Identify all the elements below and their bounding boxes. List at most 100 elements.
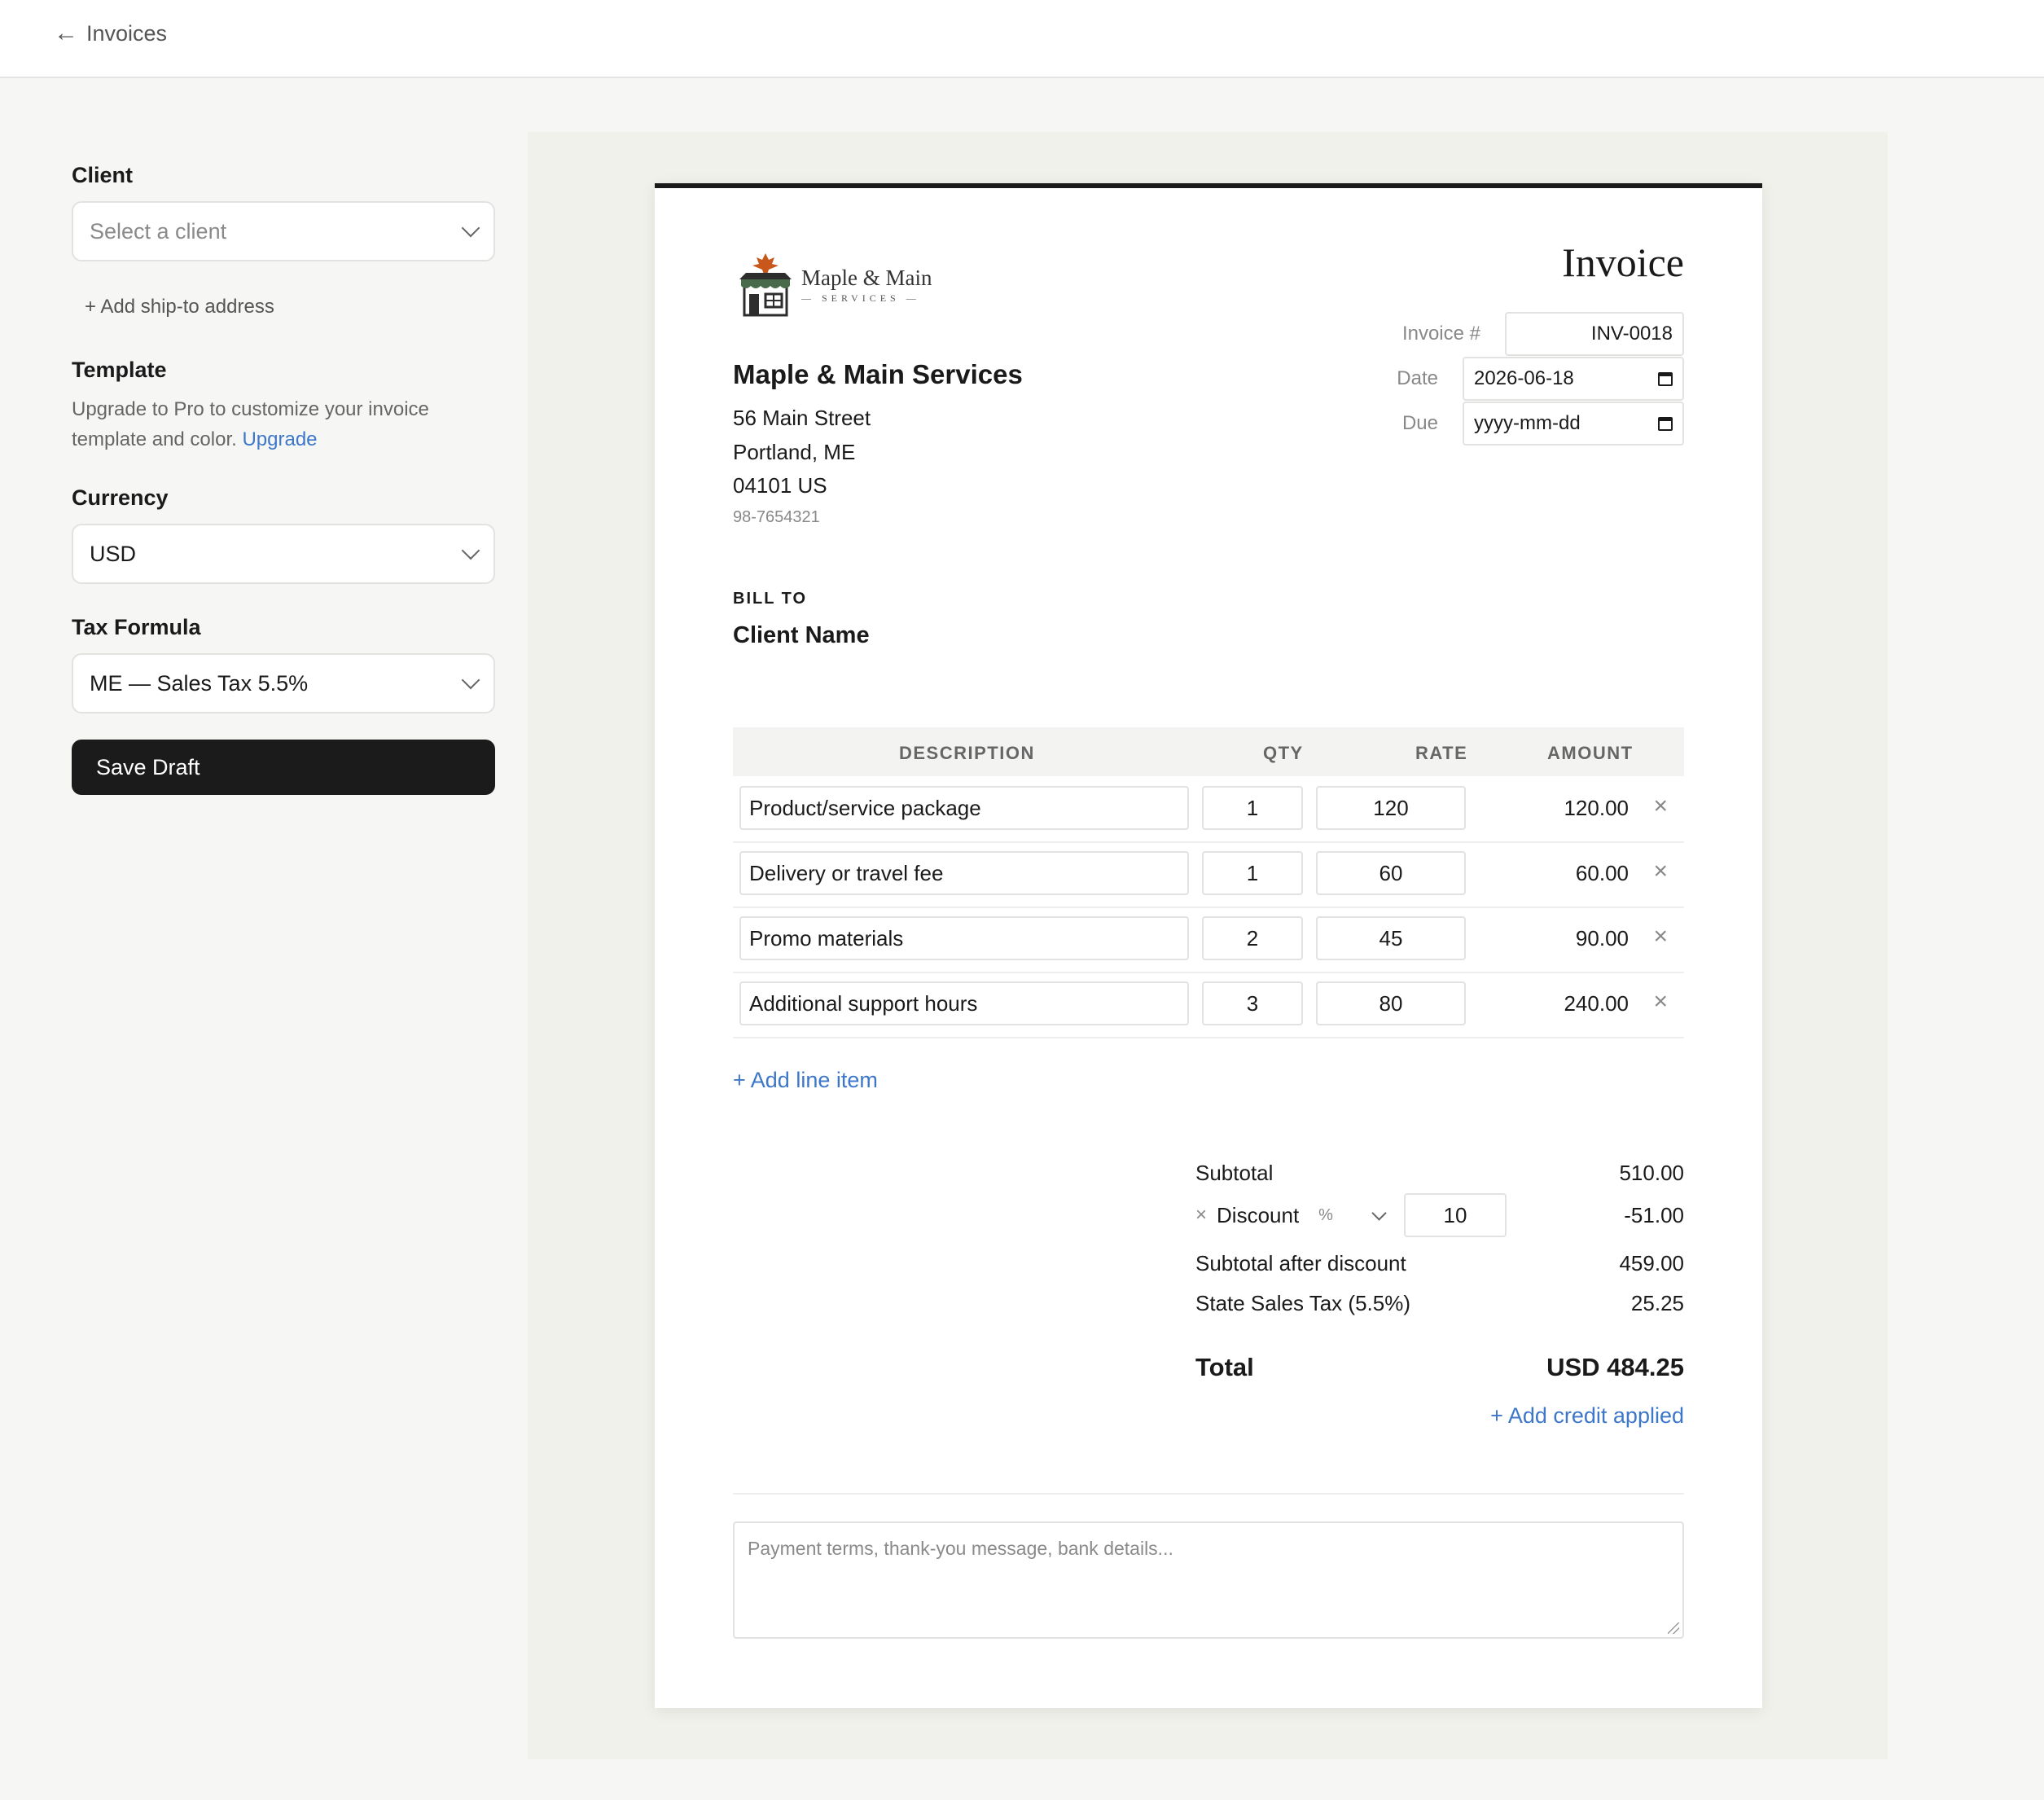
- item-rate-input[interactable]: 80: [1316, 981, 1466, 1025]
- due-date-value: yyyy-mm-dd: [1474, 412, 1581, 434]
- close-icon[interactable]: ×: [1653, 988, 1668, 1016]
- invoice-title: Invoice: [1562, 239, 1684, 285]
- currency-label: Currency: [72, 485, 169, 510]
- item-description: Delivery or travel fee: [749, 860, 944, 885]
- invoice-number-row: Invoice # INV-0018: [1402, 312, 1684, 356]
- notes-textarea[interactable]: Payment terms, thank-you message, bank d…: [733, 1521, 1684, 1639]
- upgrade-link[interactable]: Upgrade: [242, 428, 317, 450]
- add-credit-link[interactable]: + Add credit applied: [1490, 1403, 1684, 1429]
- line-item-row: Additional support hours 3 80 240.00 ×: [733, 972, 1684, 1038]
- calendar-icon[interactable]: [1658, 416, 1673, 431]
- item-qty-input[interactable]: 2: [1202, 916, 1303, 960]
- item-rate-input[interactable]: 120: [1316, 786, 1466, 830]
- date-label: Date: [1397, 367, 1438, 389]
- item-description-input[interactable]: Product/service package: [739, 786, 1189, 830]
- notes-placeholder: Payment terms, thank-you message, bank d…: [748, 1538, 1173, 1559]
- line-items-header: DESCRIPTION QTY RATE AMOUNT: [733, 727, 1684, 776]
- business-city: Portland, ME: [733, 440, 856, 464]
- date-row: Date 2026-06-18: [1397, 357, 1684, 401]
- item-rate-input[interactable]: 45: [1316, 916, 1466, 960]
- chevron-down-icon: [461, 670, 480, 690]
- item-rate: 80: [1379, 990, 1403, 1016]
- item-qty: 1: [1246, 860, 1259, 885]
- item-amount: 120.00: [1564, 796, 1629, 820]
- back-to-invoices-link[interactable]: ← Invoices: [54, 20, 167, 47]
- business-name: Maple & Main Services: [733, 359, 1023, 389]
- total-value: USD 484.25: [1546, 1353, 1684, 1381]
- add-line-item-button[interactable]: + Add line item: [733, 1068, 878, 1093]
- item-rate-input[interactable]: 60: [1316, 851, 1466, 895]
- item-qty: 2: [1246, 925, 1259, 950]
- discount-type-select[interactable]: %: [1318, 1206, 1333, 1225]
- tax-formula-select[interactable]: ME — Sales Tax 5.5%: [72, 653, 495, 713]
- logo-name: Maple & Main: [801, 266, 932, 290]
- currency-select[interactable]: USD: [72, 524, 495, 584]
- item-description-input[interactable]: Delivery or travel fee: [739, 851, 1189, 895]
- discount-label: Discount: [1217, 1202, 1300, 1227]
- close-icon[interactable]: ×: [1653, 858, 1668, 885]
- logo-subtitle: — SERVICES —: [801, 292, 920, 304]
- date-input[interactable]: 2026-06-18: [1463, 357, 1684, 401]
- save-draft-button[interactable]: Save Draft: [72, 740, 495, 795]
- item-rate: 60: [1379, 860, 1403, 885]
- item-description-input[interactable]: Promo materials: [739, 916, 1189, 960]
- close-icon[interactable]: ×: [1195, 1204, 1207, 1227]
- currency-value: USD: [90, 541, 137, 566]
- bill-to-client-name: Client Name: [733, 622, 870, 648]
- tax-formula-value: ME — Sales Tax 5.5%: [90, 670, 309, 696]
- item-description: Promo materials: [749, 925, 904, 950]
- client-label: Client: [72, 163, 134, 187]
- calendar-icon[interactable]: [1658, 371, 1673, 386]
- notes-divider: [733, 1493, 1684, 1495]
- client-select[interactable]: Select a client: [72, 201, 495, 261]
- chevron-down-icon: [461, 541, 480, 560]
- col-qty: QTY: [1263, 743, 1304, 763]
- item-qty-input[interactable]: 1: [1202, 851, 1303, 895]
- tax-label: State Sales Tax (5.5%): [1195, 1291, 1410, 1315]
- item-description: Additional support hours: [749, 990, 978, 1016]
- storefront-icon: [739, 253, 792, 317]
- tax-formula-label: Tax Formula: [72, 615, 201, 639]
- item-description-input[interactable]: Additional support hours: [739, 981, 1189, 1025]
- discount-row: × Discount % 10 -51.00: [1195, 1193, 1684, 1237]
- tax-value: 25.25: [1630, 1291, 1684, 1315]
- invoice-paper: Maple & Main — SERVICES — Invoice Invoic…: [655, 183, 1762, 1708]
- col-description: DESCRIPTION: [899, 743, 1035, 763]
- after-discount-label: Subtotal after discount: [1195, 1251, 1406, 1275]
- subtotal-label: Subtotal: [1195, 1161, 1274, 1185]
- after-discount-value: 459.00: [1619, 1251, 1684, 1275]
- date-value: 2026-06-18: [1474, 367, 1574, 389]
- top-bar: ← Invoices: [0, 0, 2044, 78]
- item-description: Product/service package: [749, 795, 981, 820]
- invoice-number-input[interactable]: INV-0018: [1505, 312, 1684, 356]
- logo-text: Maple & Main — SERVICES —: [801, 266, 932, 305]
- resize-handle-icon[interactable]: [1668, 1622, 1679, 1634]
- chevron-down-icon[interactable]: [1371, 1205, 1387, 1221]
- discount-controls: × Discount % 10: [1195, 1193, 1507, 1237]
- col-rate: RATE: [1415, 743, 1468, 763]
- discount-amount: -51.00: [1624, 1202, 1684, 1227]
- client-select-placeholder: Select a client: [90, 218, 227, 244]
- item-qty: 1: [1246, 795, 1259, 820]
- business-tax-id: 98-7654321: [733, 508, 820, 526]
- add-ship-to-link[interactable]: + Add ship-to address: [72, 296, 495, 318]
- item-rate: 120: [1373, 795, 1409, 820]
- template-label: Template: [72, 358, 167, 382]
- discount-value-input[interactable]: 10: [1403, 1193, 1507, 1237]
- item-rate: 45: [1379, 925, 1403, 950]
- after-discount-row: Subtotal after discount 459.00: [1195, 1251, 1684, 1276]
- due-date-input[interactable]: yyyy-mm-dd: [1463, 402, 1684, 446]
- subtotal-value: 510.00: [1619, 1161, 1684, 1185]
- due-label: Due: [1401, 412, 1438, 434]
- item-qty-input[interactable]: 1: [1202, 786, 1303, 830]
- chevron-down-icon: [461, 218, 480, 238]
- item-amount: 90.00: [1575, 926, 1629, 950]
- line-item-row: Product/service package 1 120 120.00 ×: [733, 776, 1684, 843]
- col-amount: AMOUNT: [1547, 743, 1634, 763]
- settings-sidebar: Client Select a client + Add ship-to add…: [72, 163, 495, 795]
- total-label: Total: [1195, 1353, 1254, 1381]
- close-icon[interactable]: ×: [1653, 923, 1668, 950]
- close-icon[interactable]: ×: [1653, 792, 1668, 820]
- subtotal-row: Subtotal 510.00: [1195, 1161, 1684, 1186]
- item-qty-input[interactable]: 3: [1202, 981, 1303, 1025]
